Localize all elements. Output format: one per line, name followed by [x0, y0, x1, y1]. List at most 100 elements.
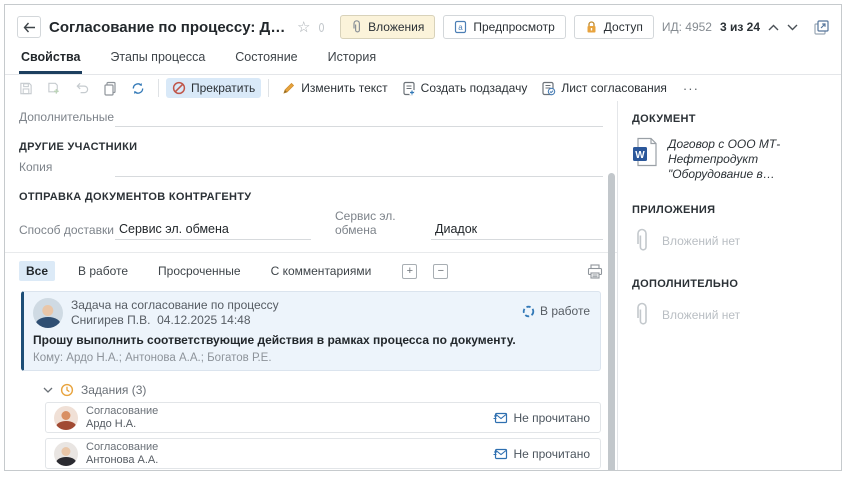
create-subtask-button[interactable]: Создать подзадачу: [396, 78, 534, 99]
svg-text:W: W: [635, 150, 645, 161]
word-document-icon: W: [632, 137, 658, 167]
exchange-service-input[interactable]: Диадок: [431, 222, 603, 240]
open-in-window-button[interactable]: [814, 19, 829, 35]
document-link[interactable]: W Договор с ООО МТ-Нефтепродукт "Оборудо…: [632, 137, 827, 182]
copy-icon: [103, 81, 117, 96]
assignment-row-antonova[interactable]: Согласование Антонова А.А. Не прочитано: [45, 438, 601, 469]
copy-field-input[interactable]: [115, 159, 603, 177]
in-progress-spinner-icon: [522, 305, 535, 318]
star-icon[interactable]: ☆: [297, 20, 310, 35]
assignment-assignee: Антонова А.А.: [86, 454, 485, 467]
preview-button[interactable]: a Предпросмотр: [443, 15, 565, 39]
avatar: [54, 442, 78, 466]
app-window: Согласование по процессу: Договор с ООО …: [4, 4, 842, 471]
tab-history[interactable]: История: [326, 45, 378, 74]
assignment-status: Не прочитано: [493, 447, 590, 461]
paperclip-icon: [634, 302, 650, 328]
tab-state[interactable]: Состояние: [233, 45, 299, 74]
task-status-label: В работе: [540, 304, 590, 318]
refresh-icon: [131, 81, 145, 96]
edit-text-button[interactable]: Изменить текст: [276, 78, 393, 98]
scrollbar-thumb[interactable]: [608, 173, 615, 471]
filter-in-progress[interactable]: В работе: [71, 261, 135, 281]
delivery-method-input[interactable]: Сервис эл. обмена: [115, 222, 311, 240]
svg-text:a: a: [459, 23, 464, 32]
prohibit-icon: [172, 81, 186, 95]
preview-icon: a: [454, 20, 467, 34]
task-author: Снигирев П.В.: [71, 313, 150, 327]
collapse-all-button[interactable]: −: [433, 264, 448, 279]
subtask-icon: [402, 81, 416, 96]
tab-bar: Свойства Этапы процесса Состояние Истори…: [5, 45, 841, 75]
assignments-group-label: Задания (3): [81, 383, 146, 397]
access-button[interactable]: Доступ: [574, 15, 654, 39]
pencil-icon: [282, 81, 296, 95]
copy-field-row: Копия: [19, 159, 603, 177]
expand-all-button[interactable]: +: [402, 264, 417, 279]
open-in-window-icon: [814, 20, 829, 35]
additional-field-input[interactable]: [115, 109, 603, 127]
page-title: Согласование по процессу: Договор с ООО …: [49, 19, 289, 36]
refresh-button[interactable]: [125, 78, 151, 99]
next-item-button[interactable]: [787, 19, 798, 35]
vertical-scrollbar[interactable]: [608, 101, 615, 471]
stop-task-button[interactable]: Прекратить: [166, 78, 261, 98]
header: Согласование по процессу: Договор с ООО …: [5, 5, 841, 45]
save-button[interactable]: [13, 78, 39, 99]
unread-envelope-icon: [493, 412, 508, 424]
attachments-sidebar: ДОКУМЕНТ W Договор с ООО МТ-Нефтепродукт…: [618, 101, 841, 471]
save-plus-icon: [47, 81, 61, 96]
assignment-row-ardo[interactable]: Согласование Ардо Н.А. Не прочитано: [45, 402, 601, 433]
other-participants-header: ДРУГИЕ УЧАСТНИКИ: [19, 141, 603, 153]
clock-icon: [60, 383, 74, 397]
task-date: 04.12.2025 14:48: [157, 313, 250, 327]
copy-button[interactable]: [97, 78, 123, 99]
additional-empty-label: Вложений нет: [662, 308, 740, 322]
paperclip-icon: [634, 228, 650, 254]
additional-field-row: Дополнительные: [19, 109, 603, 127]
task-status: В работе: [522, 304, 590, 318]
delivery-method-label: Способ доставки: [19, 223, 115, 240]
main-area: Дополнительные ДРУГИЕ УЧАСТНИКИ Копия ОТ…: [5, 101, 841, 471]
approval-sheet-icon: [541, 81, 556, 96]
document-title[interactable]: Договор с ООО МТ-Нефтепродукт "Оборудова…: [668, 137, 808, 182]
additional-section-header: ДОПОЛНИТЕЛЬНО: [632, 278, 827, 290]
filter-overdue[interactable]: Просроченные: [151, 261, 248, 281]
filter-with-comments[interactable]: С комментариями: [264, 261, 379, 281]
assignment-assignee: Ардо Н.А.: [86, 418, 485, 431]
toolbar-overflow-button[interactable]: ···: [675, 81, 707, 96]
approval-sheet-button[interactable]: Лист согласования: [535, 78, 673, 99]
paperclip-icon: [351, 20, 362, 34]
task-recipients: Кому: Ардо Н.А.; Антонова А.А.; Богатов …: [33, 352, 590, 364]
unread-envelope-icon: [493, 448, 508, 460]
tab-properties[interactable]: Свойства: [19, 45, 82, 74]
save-icon: [19, 81, 33, 96]
task-body-text: Прошу выполнить соответствующие действия…: [33, 333, 590, 347]
tab-process-stages[interactable]: Этапы процесса: [108, 45, 207, 74]
attachments-empty-label: Вложений нет: [662, 234, 740, 248]
chevron-down-icon: [43, 387, 53, 393]
filter-all[interactable]: Все: [19, 261, 55, 281]
assignments-group-row[interactable]: Задания (3): [43, 383, 601, 397]
assignment-status: Не прочитано: [493, 411, 590, 425]
chevron-up-icon: [768, 24, 779, 31]
print-icon[interactable]: [587, 264, 603, 279]
delivery-row: Способ доставки Сервис эл. обмена Сервис…: [19, 209, 603, 240]
undo-button[interactable]: [69, 79, 95, 97]
assignment-type: Согласование: [86, 441, 485, 454]
prev-item-button[interactable]: [768, 19, 779, 35]
status-circle-icon: [319, 23, 325, 32]
back-button[interactable]: [17, 16, 41, 38]
attachments-button[interactable]: Вложения: [340, 15, 435, 39]
task-card[interactable]: Задача на согласование по процессу Сниги…: [21, 291, 601, 371]
task-title: Задача на согласование по процессу: [71, 298, 514, 313]
document-id: ИД: 4952: [662, 20, 712, 34]
additional-empty-row: Вложений нет: [634, 302, 827, 328]
avatar: [54, 406, 78, 430]
sending-documents-header: ОТПРАВКА ДОКУМЕНТОВ КОНТРАГЕНТУ: [19, 191, 603, 203]
filter-bar: Все В работе Просроченные С комментариям…: [5, 253, 617, 287]
save-and-new-button[interactable]: [41, 78, 67, 99]
exchange-service-label: Сервис эл. обмена: [335, 209, 431, 240]
document-section-header: ДОКУМЕНТ: [632, 113, 827, 125]
task-author-date: Снигирев П.В. 04.12.2025 14:48: [71, 313, 514, 328]
